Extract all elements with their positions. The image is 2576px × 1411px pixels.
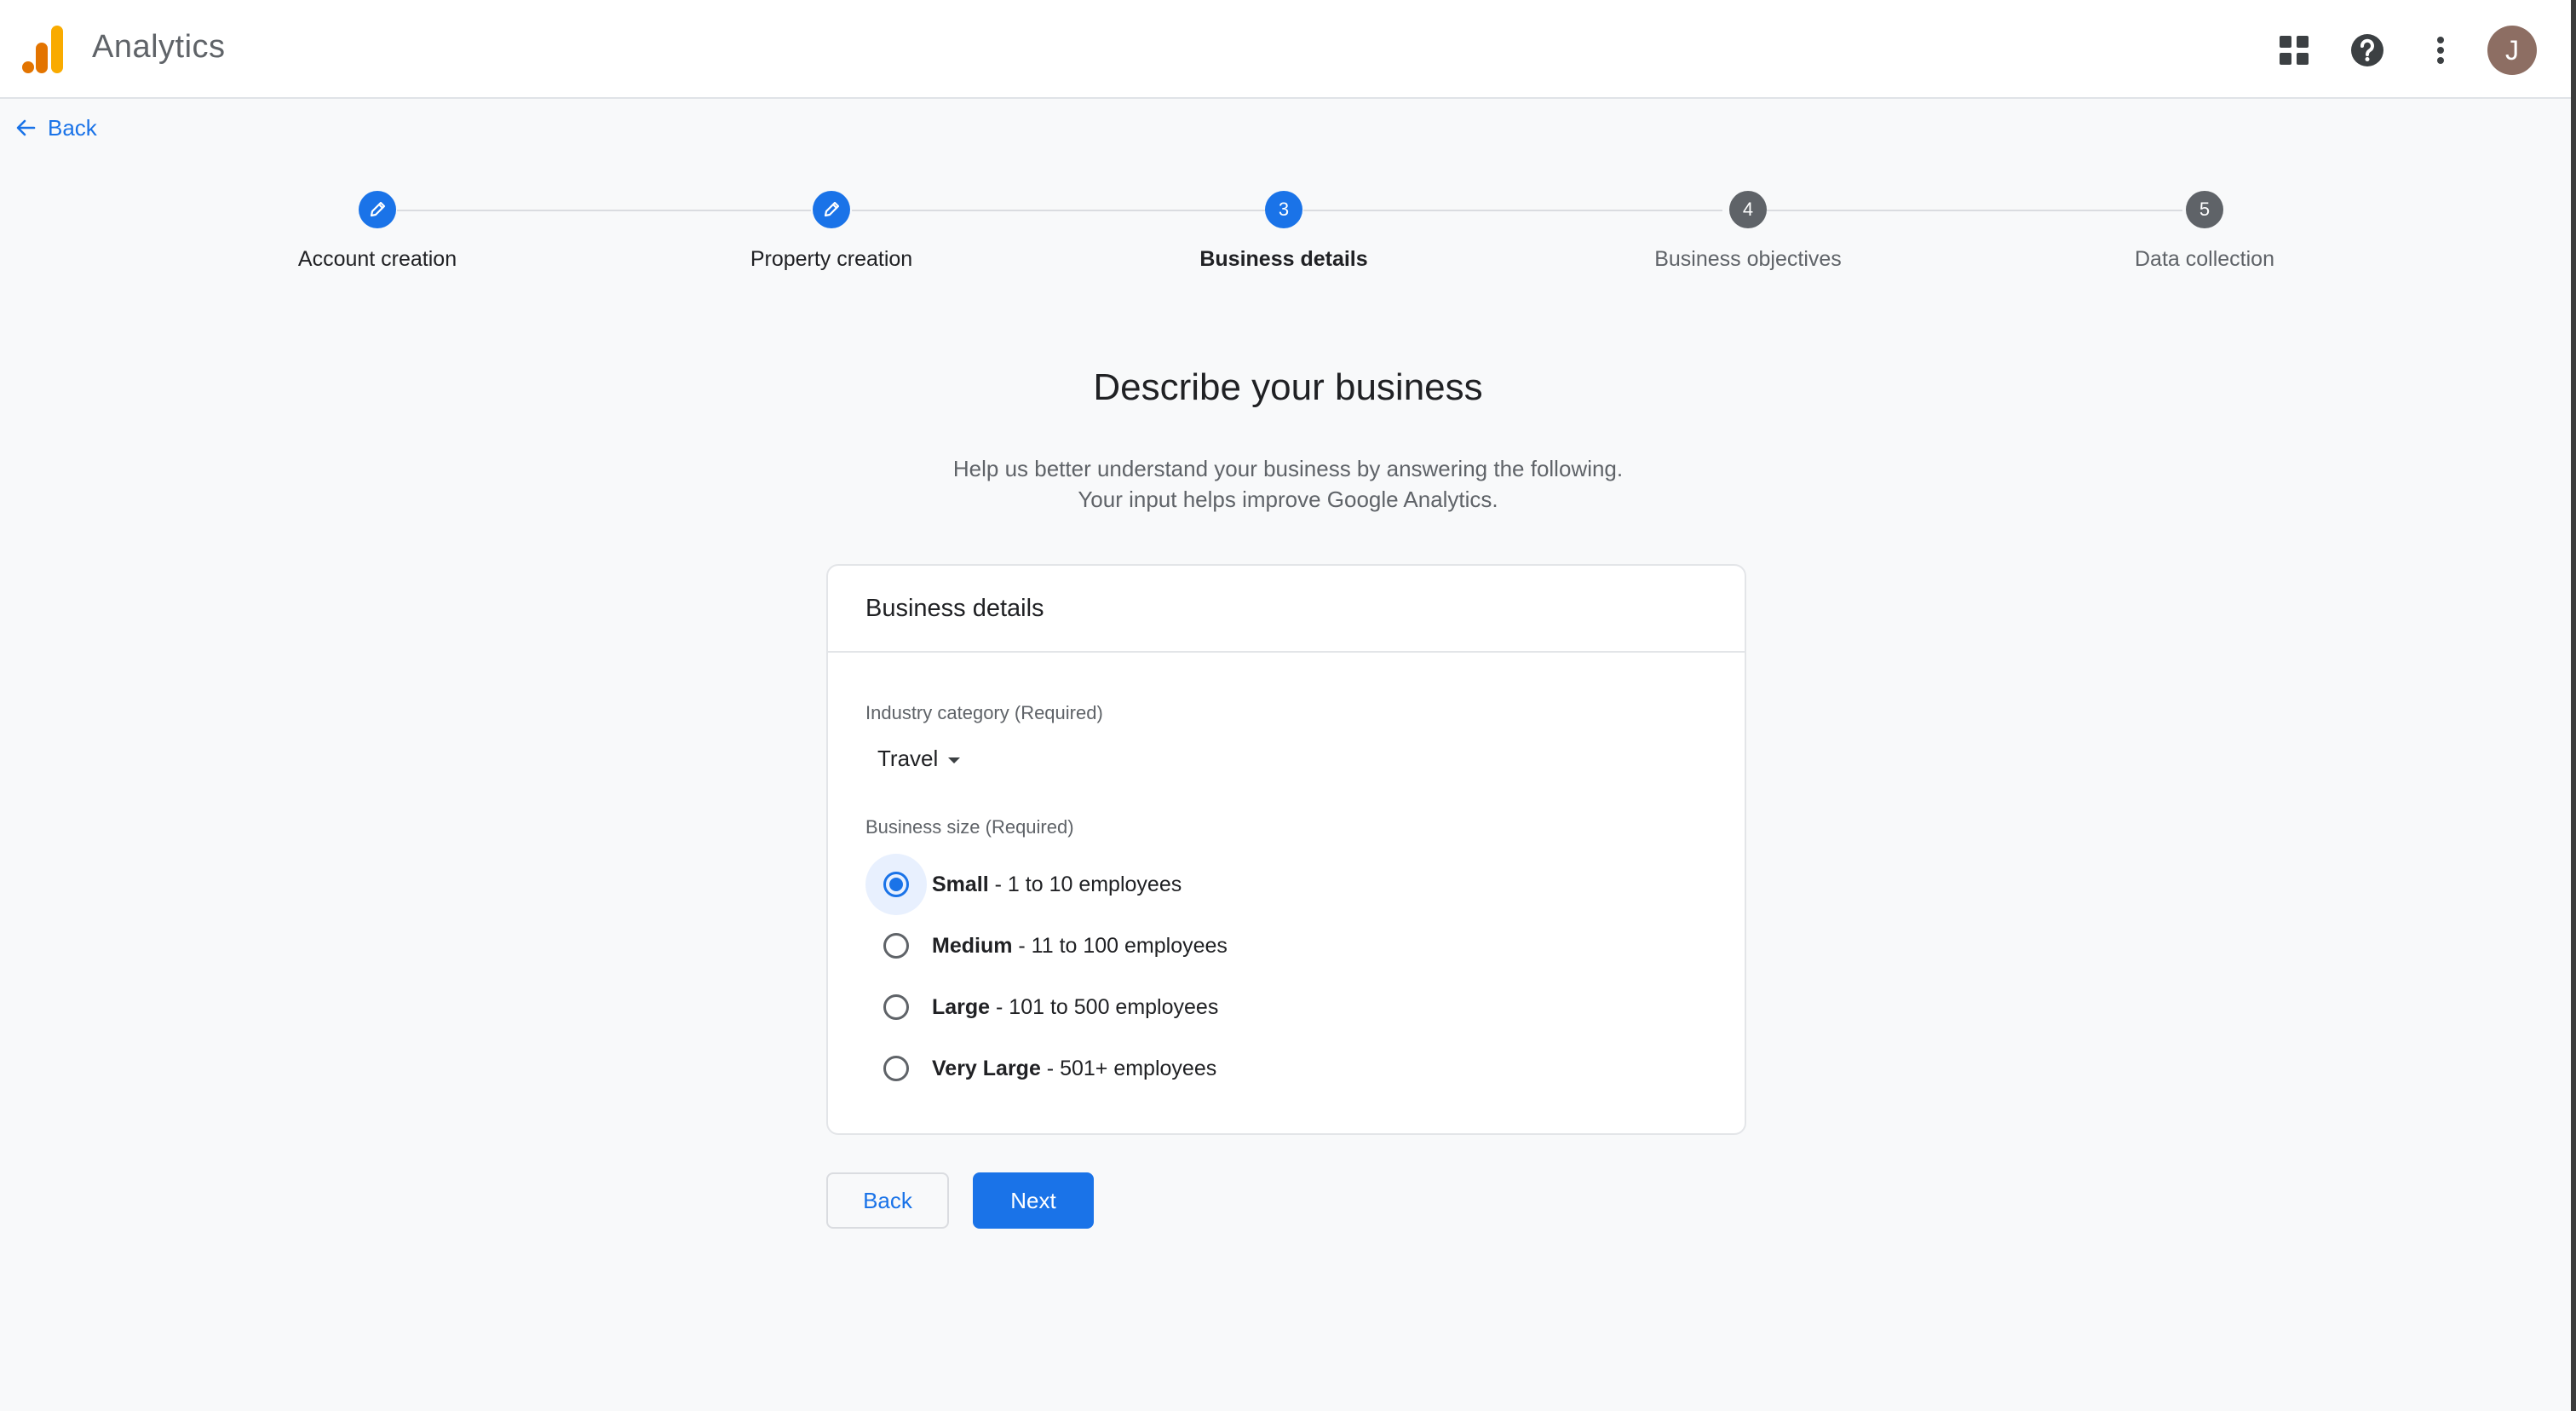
radio-dot: [889, 878, 903, 891]
business-size-label: Business size (Required): [865, 816, 1074, 838]
step-label: Property creation: [750, 247, 913, 271]
step-account-creation[interactable]: Account creation: [207, 187, 548, 272]
business-details-card: Business details Industry category (Requ…: [826, 564, 1746, 1135]
radio-button[interactable]: [883, 994, 909, 1020]
business-size-option-very-large[interactable]: Very Large - 501+ employees: [865, 1038, 1216, 1099]
account-avatar[interactable]: J: [2487, 26, 2537, 75]
edit-pencil-icon: [359, 191, 396, 228]
analytics-logo-icon[interactable]: [22, 26, 65, 75]
app-name[interactable]: Analytics: [92, 29, 226, 66]
next-button[interactable]: Next: [973, 1172, 1094, 1229]
top-app-bar: Analytics J: [0, 0, 2576, 99]
page-title: Describe your business: [1093, 366, 1483, 408]
radio-button[interactable]: [883, 872, 909, 897]
edit-pencil-icon: [813, 191, 850, 228]
step-label: Business objectives: [1654, 247, 1842, 271]
help-icon[interactable]: [2341, 24, 2394, 77]
subtitle-line: Help us better understand your business …: [952, 456, 1624, 481]
size-name: Medium: [932, 933, 1013, 958]
subtitle-line: Your input helps improve Google Analytic…: [1078, 487, 1498, 512]
more-vert-icon[interactable]: [2414, 24, 2467, 77]
setup-stepper: Account creation Property creation 3 Bus…: [0, 187, 2576, 290]
radio-label: Small - 1 to 10 employees: [932, 873, 1182, 897]
radio-label: Medium - 11 to 100 employees: [932, 934, 1228, 959]
step-data-collection: 5 Data collection: [2034, 187, 2375, 272]
radio-focus-halo: [865, 976, 927, 1038]
arrow-back-icon: [16, 119, 36, 136]
business-size-option-medium[interactable]: Medium - 11 to 100 employees: [865, 915, 1228, 976]
size-detail: - 11 to 100 employees: [1012, 933, 1228, 958]
size-name: Large: [932, 994, 991, 1019]
step-property-creation[interactable]: Property creation: [661, 187, 1002, 272]
step-label: Account creation: [297, 247, 457, 271]
radio-focus-halo: [865, 1038, 927, 1099]
apps-grid-icon[interactable]: [2268, 24, 2320, 77]
radio-button[interactable]: [883, 1056, 909, 1081]
window-edge: [2571, 0, 2576, 1411]
back-link-label: Back: [48, 114, 97, 141]
header-actions: J: [2247, 24, 2537, 77]
step-business-details: 3 Business details: [1113, 187, 1454, 272]
radio-label: Large - 101 to 500 employees: [932, 995, 1218, 1020]
step-number: 4: [1729, 191, 1767, 228]
step-number: 5: [2186, 191, 2223, 228]
business-size-option-large[interactable]: Large - 101 to 500 employees: [865, 976, 1218, 1038]
radio-button[interactable]: [883, 933, 909, 959]
radio-focus-halo: [865, 915, 927, 976]
size-name: Very Large: [932, 1056, 1041, 1080]
page-subtitle: Help us better understand your business …: [0, 453, 2576, 515]
dropdown-arrow-icon: [948, 757, 961, 763]
radio-focus-halo: [865, 854, 927, 915]
industry-category-label: Industry category (Required): [865, 702, 1103, 723]
step-label: Data collection: [2135, 247, 2274, 271]
step-label: Business details: [1199, 247, 1368, 271]
size-name: Small: [932, 872, 989, 896]
size-detail: - 1 to 10 employees: [988, 872, 1182, 896]
back-button[interactable]: Back: [826, 1172, 949, 1229]
step-number: 3: [1265, 191, 1302, 228]
step-business-objectives: 4 Business objectives: [1578, 187, 1918, 272]
business-size-option-small[interactable]: Small - 1 to 10 employees: [865, 854, 1182, 915]
industry-category-value: Travel: [877, 745, 939, 771]
size-detail: - 501+ employees: [1040, 1056, 1217, 1080]
card-title: Business details: [828, 566, 1745, 653]
industry-category-dropdown[interactable]: Travel: [877, 741, 961, 775]
radio-label: Very Large - 501+ employees: [932, 1057, 1216, 1081]
back-link[interactable]: Back: [15, 112, 97, 143]
size-detail: - 101 to 500 employees: [990, 994, 1219, 1019]
